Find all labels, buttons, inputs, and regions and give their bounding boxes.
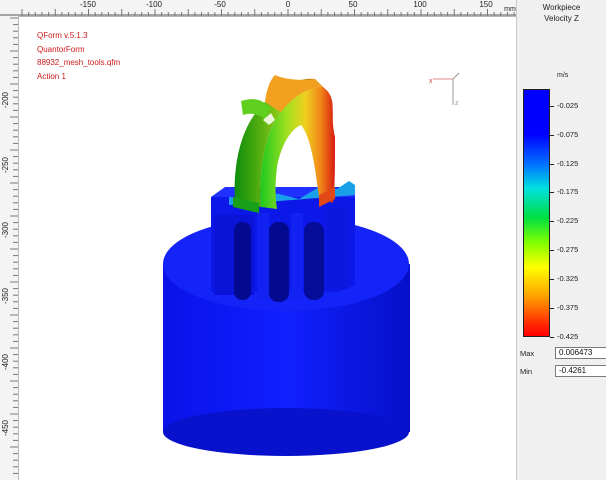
legend-tick-label: -0.375	[557, 303, 579, 312]
ruler-left-label: -200	[1, 91, 10, 108]
max-value-field[interactable]: 0.006473	[555, 347, 606, 359]
ruler-top-label: 0	[285, 0, 291, 9]
legend-tick	[550, 106, 554, 107]
legend-unit: m/s	[557, 72, 569, 79]
simulation-info: QForm v.5.1.3 QuantorForm 88932_mesh_too…	[37, 29, 120, 83]
left-ruler: -200 -250 -300 -350 -400 -450	[0, 16, 19, 480]
legend-tick-label: -0.175	[557, 187, 579, 196]
ruler-top-label: -150	[79, 0, 97, 9]
legend-tick	[550, 337, 554, 338]
axis-x-label: x	[429, 78, 433, 85]
ruler-left-label: -450	[1, 419, 10, 436]
legend-tick-label: -0.025	[557, 101, 579, 110]
legend-tick-label: -0.275	[557, 245, 579, 254]
legend-panel: Workpiece Velocity Z m/s -0.025 -0.075 -…	[516, 0, 606, 480]
legend-tick-label: -0.325	[557, 274, 579, 283]
ruler-left-label: -350	[1, 287, 10, 304]
min-label: Min	[520, 367, 533, 376]
ruler-left-label: -250	[1, 156, 10, 173]
legend-tick	[550, 135, 554, 136]
ruler-top-label: 150	[479, 0, 493, 9]
top-ruler-ticks	[0, 9, 516, 16]
file-name-label: 88932_mesh_tools.qfm	[37, 58, 121, 67]
color-scale-bar	[523, 89, 550, 337]
legend-title: Workpiece	[542, 3, 581, 12]
ruler-top-label: -100	[145, 0, 163, 9]
legend-tick	[550, 250, 554, 251]
ruler-unit: mm	[504, 6, 516, 13]
legend-tick	[550, 308, 554, 309]
legend-tick	[550, 221, 554, 222]
legend-tick-label: -0.425	[557, 332, 579, 341]
legend-subtitle: Velocity Z	[544, 14, 579, 23]
legend-tick	[550, 192, 554, 193]
legend-tick	[550, 279, 554, 280]
vendor-label: QuantorForm	[37, 44, 85, 54]
version-label: QForm v.5.1.3	[37, 31, 88, 40]
action-label: Action 1	[37, 71, 66, 81]
legend-tick	[550, 164, 554, 165]
ruler-left-label: -300	[1, 221, 10, 238]
top-ruler: -150 -100 -50 0 50 100 150 mm	[0, 0, 516, 17]
legend-tick-label: -0.075	[557, 130, 579, 139]
workpiece-model[interactable]: x z	[19, 17, 516, 480]
ruler-left-label: -400	[1, 353, 10, 370]
ruler-top-label: -50	[214, 0, 226, 9]
axis-z-label: z	[455, 100, 459, 107]
ruler-top-label: 50	[348, 0, 358, 9]
max-label: Max	[520, 349, 535, 358]
legend-tick-label: -0.125	[557, 159, 579, 168]
ruler-top-label: 100	[413, 0, 427, 9]
left-ruler-ticks	[10, 17, 18, 474]
3d-viewport[interactable]: x z QForm v.5.1.3 QuantorForm 88932_mesh…	[19, 17, 516, 480]
min-value-field[interactable]: -0.4261	[555, 365, 606, 377]
legend-tick-label: -0.225	[557, 216, 579, 225]
